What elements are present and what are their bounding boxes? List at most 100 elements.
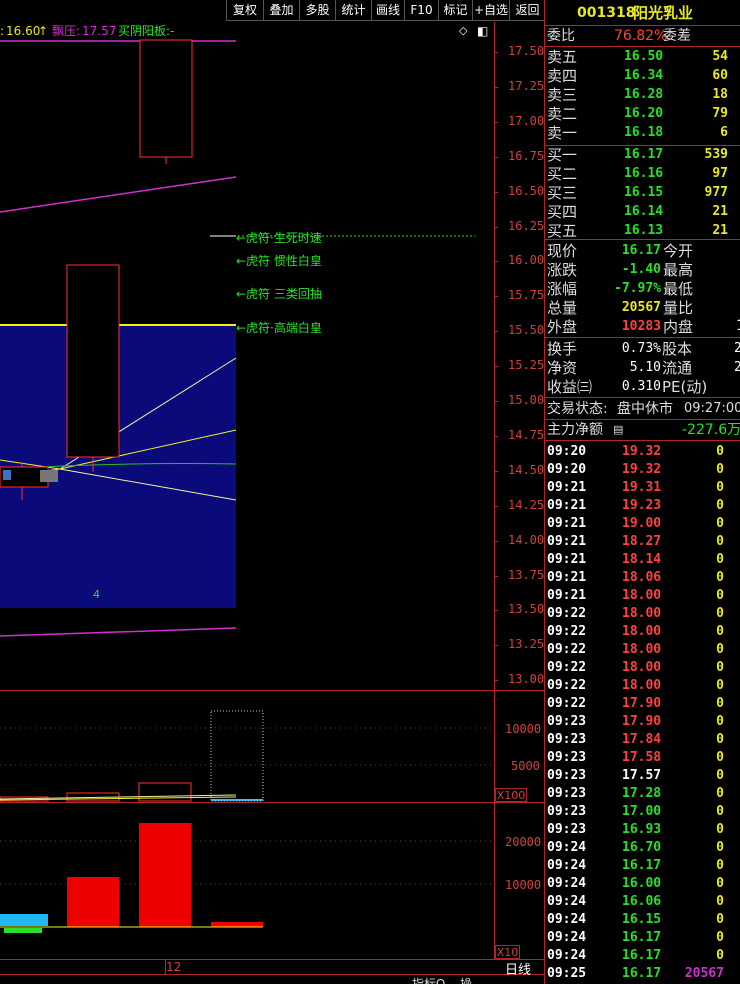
tick-row[interactable]: 09:22 18.00 0 (545, 677, 740, 695)
tick-row[interactable]: 09:23 17.28 0 (545, 785, 740, 803)
f10-button[interactable]: F10 (404, 0, 438, 21)
tick-row[interactable]: 09:24 16.00 0 (545, 875, 740, 893)
bid-volume: 539 (704, 147, 728, 162)
bid-row[interactable]: 买一 16.17 539 (545, 146, 740, 164)
ask-row[interactable]: 卖三 16.28 18 (545, 86, 740, 104)
amount-bar-4[interactable] (211, 922, 263, 927)
tick-volume: 0 (716, 948, 724, 963)
tick-row[interactable]: 09:22 18.00 0 (545, 659, 740, 677)
operation-tab[interactable]: 操 (460, 975, 472, 984)
ask-row[interactable]: 卖一 16.18 6 (545, 124, 740, 142)
chart-axis-border (494, 22, 495, 960)
tick-volume: 0 (716, 714, 724, 729)
tick-row[interactable]: 09:22 18.00 0 (545, 641, 740, 659)
volume-bar-current[interactable] (210, 710, 264, 802)
price-axis-tick (494, 680, 498, 682)
tick-time: 09:23 (547, 786, 587, 801)
tick-row[interactable]: 09:21 19.00 0 (545, 515, 740, 533)
tick-row[interactable]: 09:20 19.32 0 (545, 461, 740, 479)
tick-time: 09:21 (547, 588, 587, 603)
statistics-button[interactable]: 统计 (335, 0, 371, 21)
main-flow-label: 主力净额 (547, 422, 603, 438)
ratio-label: 委比 (547, 28, 575, 44)
tick-row[interactable]: 09:24 16.17 0 (545, 947, 740, 965)
tick-row[interactable]: 09:23 17.84 0 (545, 731, 740, 749)
tick-row[interactable]: 09:24 16.17 0 (545, 857, 740, 875)
tick-price: 17.57 (622, 768, 662, 783)
tick-row[interactable]: 09:21 18.27 0 (545, 533, 740, 551)
main-flow-row: 主力净额 ▤ -227.6万 (545, 421, 740, 439)
amount-bar-3[interactable] (139, 823, 191, 927)
price-axis-tick (494, 226, 498, 228)
tick-row[interactable]: 09:25 16.17 20567 (545, 965, 740, 983)
mark-button[interactable]: 标记 (438, 0, 472, 21)
bid-row[interactable]: 买四 16.14 21 (545, 203, 740, 221)
price-axis-tick (494, 540, 498, 542)
ask-row[interactable]: 卖五 16.50 54 (545, 48, 740, 66)
tick-time: 09:24 (547, 948, 587, 963)
tick-row[interactable]: 09:22 18.00 0 (545, 605, 740, 623)
tick-row[interactable]: 09:21 19.31 0 (545, 479, 740, 497)
amount-chart[interactable] (0, 803, 494, 959)
tick-price: 19.23 (622, 498, 662, 513)
tick-row[interactable]: 09:20 19.32 0 (545, 443, 740, 461)
draw-line-button[interactable]: 画线 (371, 0, 404, 21)
period-daily-tab[interactable]: 日线 (505, 959, 531, 978)
amount-bar-1[interactable] (0, 914, 48, 926)
status-value: 盘中休市 (617, 401, 673, 417)
tick-volume: 0 (716, 624, 724, 639)
tick-row[interactable]: 09:24 16.17 0 (545, 929, 740, 947)
status-time: 09:27:00 (684, 401, 740, 416)
quote-label: 涨跌 (547, 261, 578, 279)
tick-row[interactable]: 09:21 19.23 0 (545, 497, 740, 515)
tick-row[interactable]: 09:22 18.00 0 (545, 623, 740, 641)
bid-row[interactable]: 买三 16.15 977 (545, 184, 740, 202)
fundamental-value: 5.10 (629, 360, 661, 375)
multi-stock-button[interactable]: 多股 (299, 0, 335, 21)
tick-row[interactable]: 09:21 18.06 0 (545, 569, 740, 587)
quote-label-2: 内盘 (663, 318, 694, 336)
tick-row[interactable]: 09:23 17.57 0 (545, 767, 740, 785)
bid-row[interactable]: 买五 16.13 21 (545, 222, 740, 240)
price-axis-label: 17.25 (508, 78, 545, 93)
tick-row[interactable]: 09:24 16.06 0 (545, 893, 740, 911)
ask-row[interactable]: 卖二 16.20 79 (545, 105, 740, 123)
restore-rights-button[interactable]: 复权 (226, 0, 263, 21)
fundamental-label: 收益㈢ (547, 378, 593, 396)
tick-price: 18.00 (622, 606, 662, 621)
amount-bar-2[interactable] (67, 877, 119, 927)
tick-row[interactable]: 09:23 17.58 0 (545, 749, 740, 767)
stock-header: 001318 阳光乳业 (545, 4, 740, 24)
tick-price: 18.00 (622, 678, 662, 693)
main-flow-detail-icon[interactable]: ▤ (613, 421, 623, 439)
back-button[interactable]: 返回 (509, 0, 545, 21)
price-axis-tick (494, 505, 498, 507)
price-axis-tick (494, 575, 498, 577)
ask-row[interactable]: 卖四 16.34 60 (545, 67, 740, 85)
tick-price: 16.17 (622, 966, 662, 981)
bid-row[interactable]: 买二 16.16 97 (545, 165, 740, 183)
tick-row[interactable]: 09:23 17.90 0 (545, 713, 740, 731)
tick-row[interactable]: 09:24 16.70 0 (545, 839, 740, 857)
bid-volume: 21 (712, 204, 728, 219)
tick-row[interactable]: 09:24 16.15 0 (545, 911, 740, 929)
price-axis-label: 13.75 (508, 567, 545, 582)
overlay-button[interactable]: 叠加 (263, 0, 299, 21)
price-axis-tick (494, 86, 498, 88)
tick-price: 16.17 (622, 858, 662, 873)
tick-row[interactable]: 09:21 18.00 0 (545, 587, 740, 605)
price-axis-label: 14.25 (508, 497, 545, 512)
tick-row[interactable]: 09:23 16.93 0 (545, 821, 740, 839)
add-watchlist-button[interactable]: +自选 (472, 0, 509, 21)
tick-row[interactable]: 09:22 17.90 0 (545, 695, 740, 713)
tick-row[interactable]: 09:23 17.00 0 (545, 803, 740, 821)
volume-chart[interactable] (0, 691, 494, 802)
indicator-tab[interactable]: 指标Ω (412, 975, 445, 984)
fundamental-row: 收益㈢ 0.310 PE(动) (545, 378, 740, 396)
candle-1[interactable] (139, 39, 193, 164)
candle-2[interactable] (66, 264, 120, 472)
tick-row[interactable]: 09:21 18.14 0 (545, 551, 740, 569)
bid-price: 16.13 (624, 223, 664, 238)
kline-chart[interactable]: 4 (0, 22, 494, 692)
price-axis-tick (494, 331, 498, 333)
